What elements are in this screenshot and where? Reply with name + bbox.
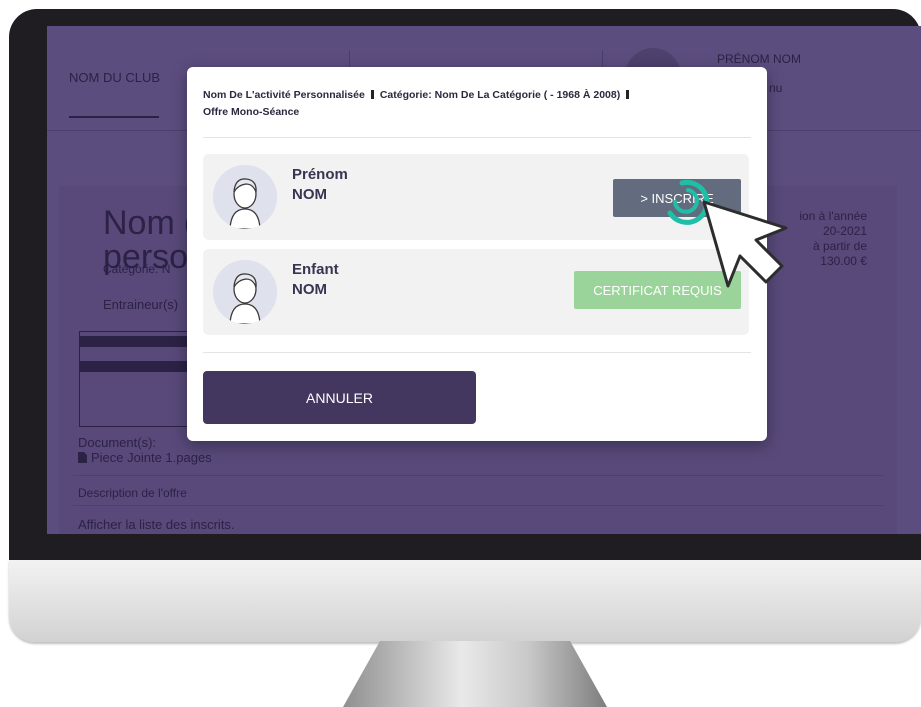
modal-header: Nom De L'activité Personnalisée Catégorie… <box>203 87 743 121</box>
activity-category: Catégorie: N <box>103 262 171 276</box>
person-first-name: Prénom <box>292 166 348 183</box>
cancel-button[interactable]: ANNULER <box>203 371 476 424</box>
person-last-name: NOM <box>292 281 327 298</box>
separator-icon <box>626 90 630 99</box>
user-name[interactable]: PRÉNOM NOM <box>717 52 801 66</box>
click-ripple-icon <box>667 179 710 225</box>
user-avatar-icon <box>213 260 277 324</box>
monitor-stand <box>343 641 607 707</box>
monitor-chin <box>9 560 921 642</box>
divider <box>73 505 883 506</box>
divider <box>203 137 751 138</box>
divider <box>73 475 883 476</box>
person-first-name: Enfant <box>292 261 339 278</box>
modal-offer: Offre Mono-Séance <box>203 106 300 118</box>
coaches-label: Entraineur(s) <box>103 297 179 312</box>
show-registrants-link[interactable]: Afficher la liste des inscrits. <box>78 517 235 532</box>
documents-label: Document(s): <box>78 435 157 450</box>
offer-description[interactable]: Description de l'offre <box>78 486 187 500</box>
divider <box>203 352 751 353</box>
person-last-name: NOM <box>292 186 327 203</box>
active-nav-underline <box>69 116 159 118</box>
modal-category: Catégorie: Nom De La Catégorie ( - 1968 … <box>379 89 621 101</box>
user-avatar-icon <box>213 165 277 229</box>
modal-activity-name: Nom De L'activité Personnalisée <box>203 89 365 101</box>
file-icon <box>78 452 87 463</box>
club-name[interactable]: NOM DU CLUB <box>69 70 160 85</box>
separator-icon <box>370 90 374 99</box>
attachment-link[interactable]: Piece Jointe 1.pages <box>78 450 212 465</box>
user-menu-label[interactable]: nu <box>769 81 782 95</box>
pointer-hand-icon <box>667 179 788 288</box>
